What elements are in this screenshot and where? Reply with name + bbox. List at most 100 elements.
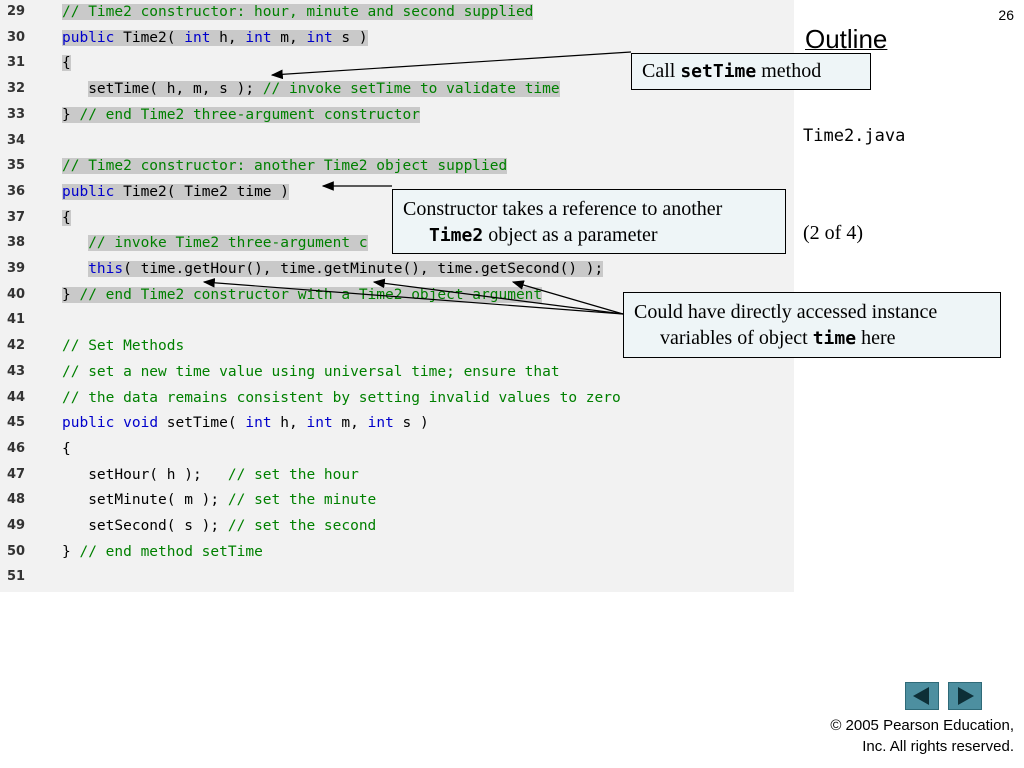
code-comment: // end method setTime [79,543,263,560]
code-token: setTime( [158,415,246,432]
code-comment: // invoke setTime to validate time [262,81,560,98]
code-comment: // Time2 constructor: hour, minute and s… [62,4,534,20]
line-number: 38 [7,235,26,251]
code-text: } // end method setTime [62,540,263,564]
code-text: } // end Time2 constructor with a Time2 … [62,283,543,307]
code-token: } [62,543,80,560]
code-comment: // end Time2 three-argument constructor [79,106,420,123]
code-line: 43 // set a new time value using universa… [0,360,794,384]
code-line: 48 setMinute( m ); // set the minute [0,488,794,512]
line-number: 35 [7,158,26,174]
line-number: 43 [7,363,26,379]
callout-direct-access: Could have directly accessed instance va… [623,292,1001,358]
code-token: setTime( h, m, s ); [88,81,263,98]
code-comment: // set a new time value using universal … [62,363,560,380]
page-indicator: (2 of 4) [803,222,863,244]
code-line: 50} // end method setTime [0,540,794,564]
code-text: } // end Time2 three-argument constructo… [62,103,420,127]
callout-text: Constructor takes a reference to another [403,198,723,220]
callout-text: Could have directly accessed instance [634,301,938,323]
code-text: setSecond( s ); // set the second [62,514,376,538]
code-text: // Time2 constructor: hour, minute and s… [62,0,534,24]
code-text: { [62,437,71,461]
code-keyword: int [306,415,333,432]
line-number: 33 [7,106,26,122]
code-line: 35 // Time2 constructor: another Time2 ob… [0,154,794,178]
code-token: setMinute( m ); [62,492,228,509]
copyright-line: © 2005 Pearson Education, [830,717,1014,734]
code-token: { [62,55,71,72]
line-number: 49 [7,518,26,533]
code-text: setTime( h, m, s ); // invoke setTime to… [62,77,560,101]
code-token: s ) [393,415,429,432]
code-comment: // set the hour [227,466,359,483]
code-text: // Set Methods [62,334,184,358]
code-token: h, [210,29,246,46]
code-line: 51 [0,565,794,589]
code-line: 39 this( time.getHour(), time.getMinute(… [0,257,794,281]
code-text: public void setTime( int h, int m, int s… [62,411,429,435]
next-slide-button[interactable] [948,682,982,710]
outline-title[interactable]: Outline [805,24,887,55]
arrow-left-icon [913,687,929,705]
line-number: 32 [7,81,26,97]
code-text: public Time2( Time2 time ) [62,180,289,204]
line-number: 29 [7,4,26,19]
code-token: } [62,106,80,123]
code-token: s ) [332,29,368,46]
code-text: // invoke Time2 three-argument c [62,231,368,255]
code-text: public Time2( int h, int m, int s ) [62,26,368,50]
code-keyword: int [306,29,333,46]
code-line: 44 // the data remains consistent by sett… [0,386,794,410]
code-text: setHour( h ); // set the hour [62,463,359,487]
code-line: 47 setHour( h ); // set the hour [0,463,794,487]
code-token: h, [271,415,307,432]
line-number: 51 [7,569,26,585]
code-text: setMinute( m ); // set the minute [62,488,376,512]
code-token: { [62,440,71,457]
line-number: 42 [7,338,26,354]
code-text: // set a new time value using universal … [62,360,560,384]
previous-slide-button[interactable] [905,682,939,710]
callout-text: variables of object [660,327,813,349]
line-number: 48 [7,492,26,508]
code-text: // Time2 constructor: another Time2 obje… [62,154,508,178]
code-text: { [62,206,71,230]
code-keyword: public [62,415,115,432]
callout-text: object as a parameter [483,224,658,246]
code-token: m, [271,29,307,46]
code-line: 33} // end Time2 three-argument construc… [0,103,794,127]
callout-text: method [756,60,822,82]
code-keyword: this [88,261,124,277]
line-number: 46 [7,440,26,456]
code-keyword: void [123,415,159,432]
line-number: 50 [7,543,26,559]
line-number: 47 [7,466,26,482]
code-comment: // invoke Time2 three-argument c [88,235,368,252]
code-token: ( time.getHour(), time.getMinute(), time… [123,261,604,277]
code-line: 29 // Time2 constructor: hour, minute and… [0,0,794,24]
code-comment: // set the minute [227,492,377,509]
code-line: 30 public Time2( int h, int m, int s ) [0,26,794,50]
code-comment: // end Time2 constructor with a Time2 ob… [79,286,543,303]
code-token: Time2( Time2 time ) [114,183,289,200]
slide-number: 26 [998,7,1014,23]
copyright: © 2005 Pearson Education, Inc. All right… [830,715,1014,757]
code-token: Time2( [114,29,185,46]
code-token: setHour( h ); [62,466,228,483]
code-token: setSecond( s ); [62,518,228,534]
code-token: } [62,286,80,303]
line-number: 30 [7,29,26,45]
code-comment: // set the second [227,518,377,534]
copyright-line: Inc. All rights reserved. [862,738,1014,755]
callout-constructor: Constructor takes a reference to another… [392,189,786,254]
code-comment: // the data remains consistent by settin… [62,389,621,406]
callout-code: setTime [680,61,757,82]
code-line: 34 [0,129,794,153]
code-keyword: int [245,29,272,46]
code-comment: // Set Methods [62,338,185,355]
